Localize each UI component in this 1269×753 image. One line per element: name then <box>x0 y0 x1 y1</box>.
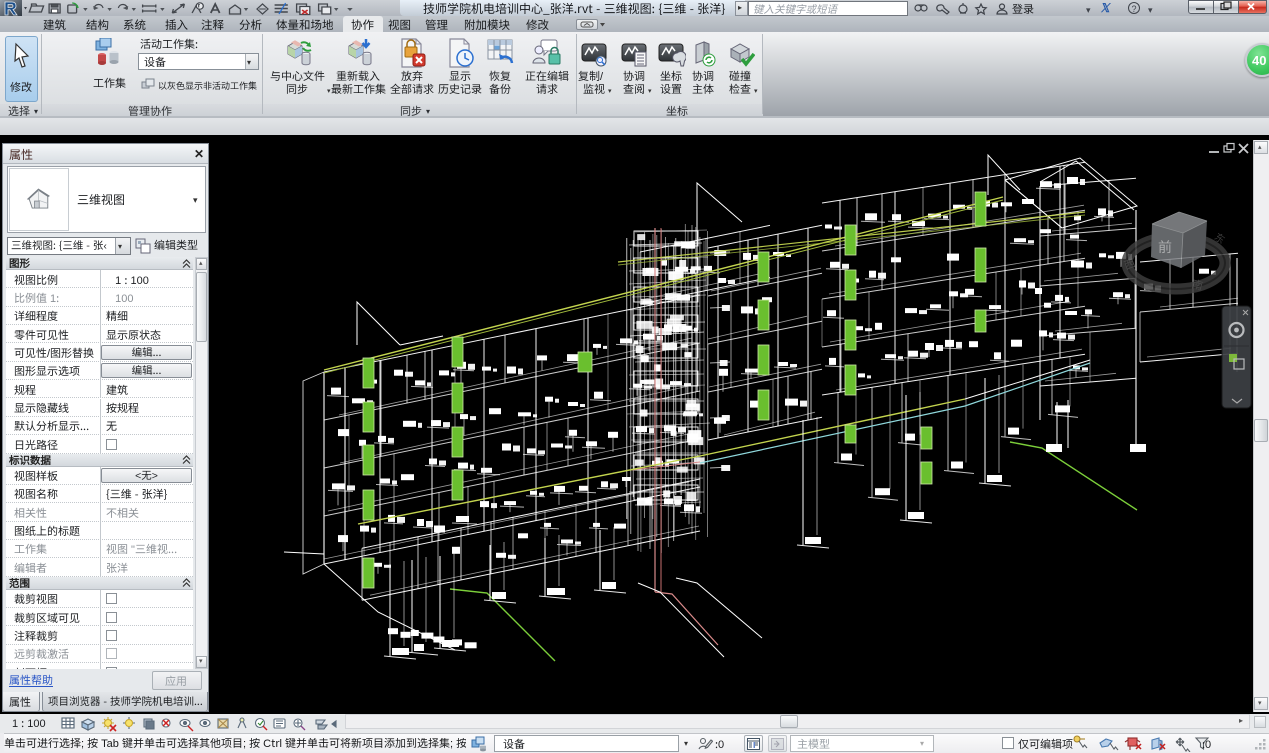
svg-text:南: 南 <box>1190 276 1205 294</box>
svg-text:前: 前 <box>1158 237 1172 257</box>
